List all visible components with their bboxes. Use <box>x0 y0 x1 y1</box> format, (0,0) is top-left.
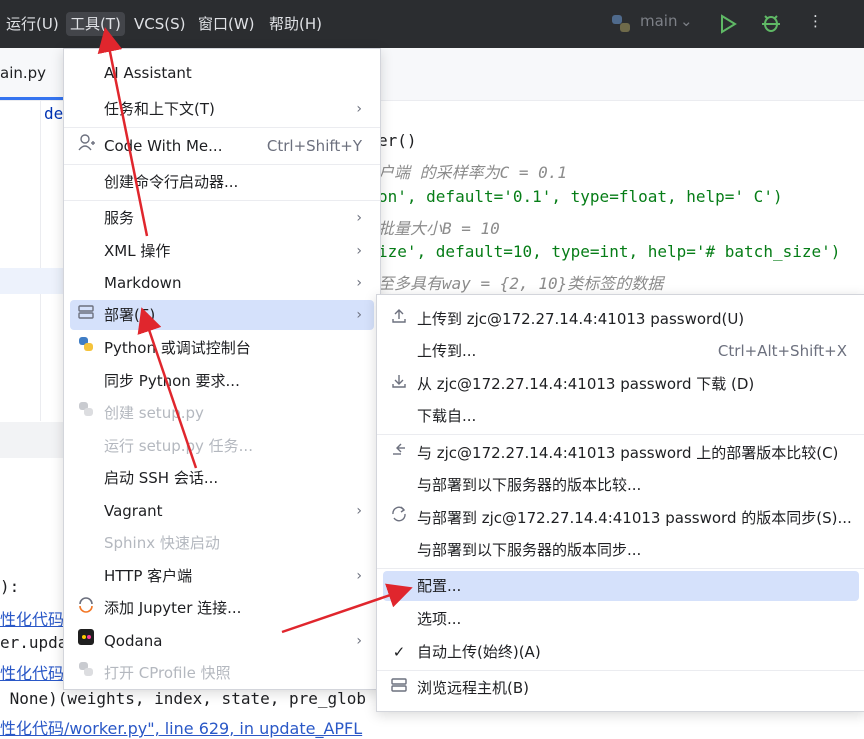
arrow-to-configuration <box>281 583 413 634</box>
annotation-arrows <box>97 27 413 634</box>
arrow-to-deployment <box>137 307 198 469</box>
arrow-to-tools-menu <box>97 27 149 237</box>
